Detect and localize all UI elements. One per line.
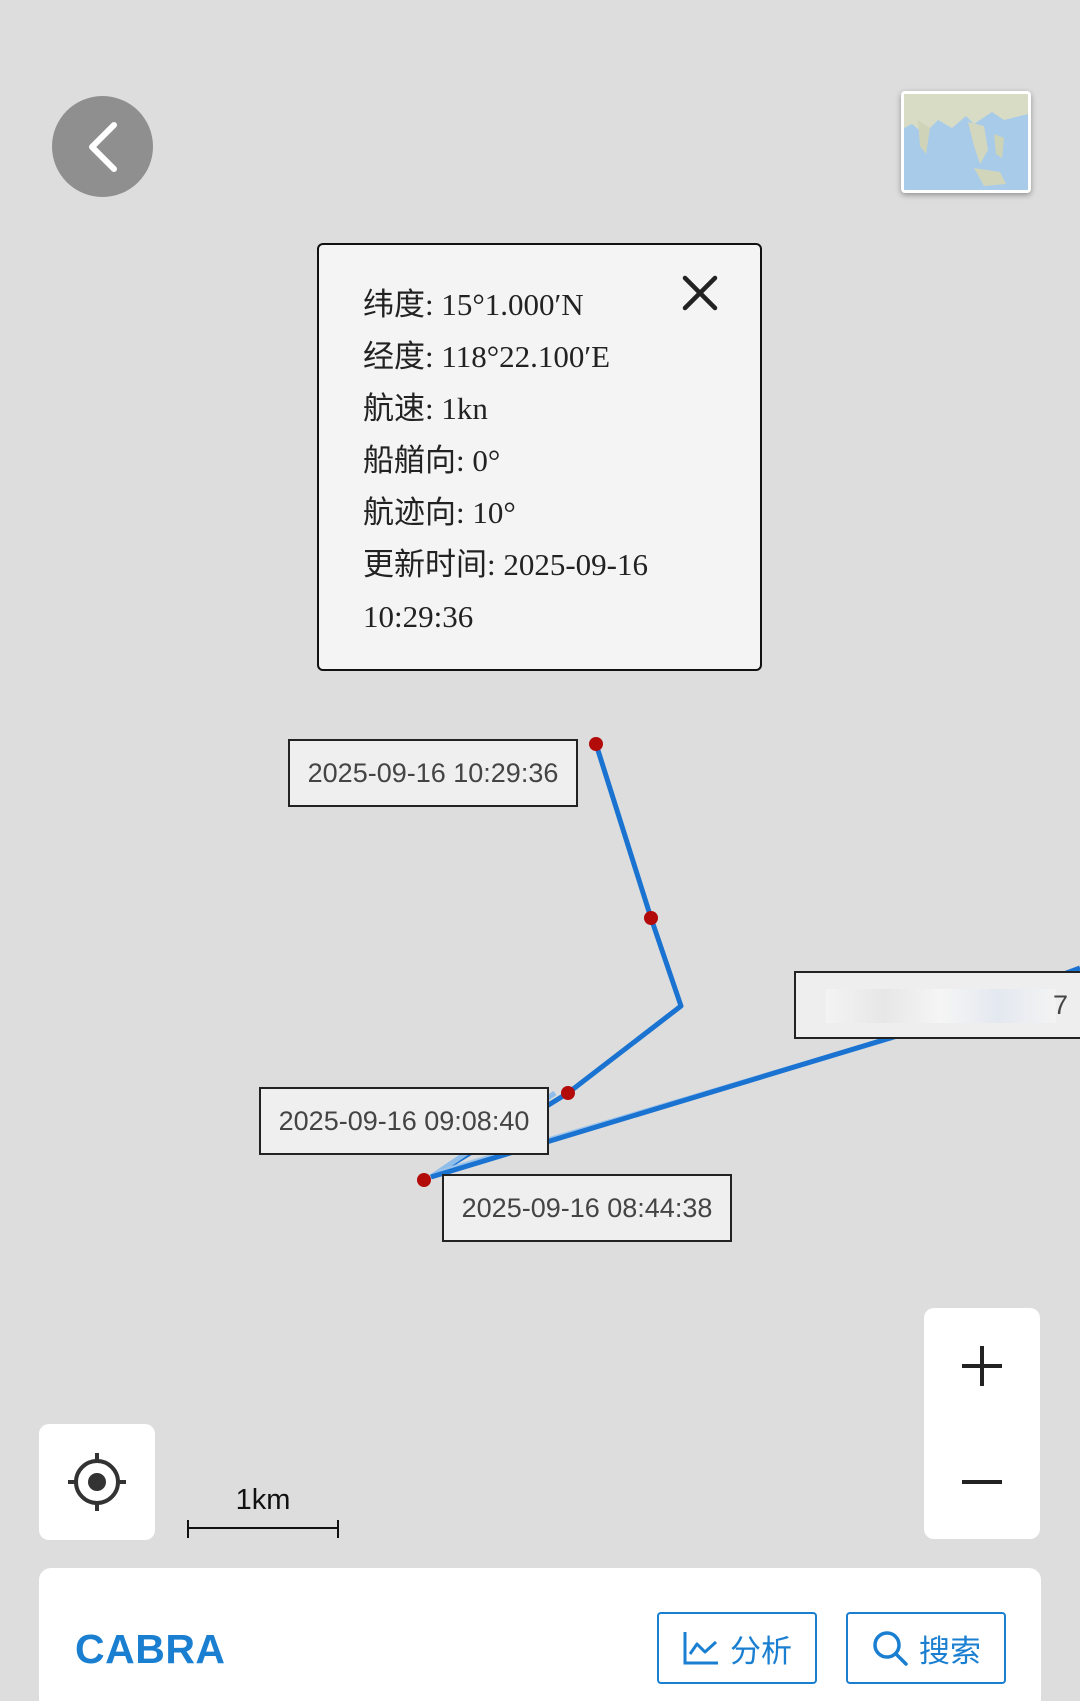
bottom-panel: CABRA 分析 搜索 xyxy=(39,1568,1041,1701)
ship-name: CABRA xyxy=(75,1626,226,1672)
search-button[interactable]: 搜索 xyxy=(846,1612,1006,1684)
search-label: 搜索 xyxy=(919,1633,981,1669)
minimap-image xyxy=(904,94,1028,190)
track-time-label-tail: 7 xyxy=(1052,989,1068,1020)
line-chart-icon xyxy=(683,1632,718,1665)
zoom-controls xyxy=(924,1308,1040,1539)
scale-label: 1km xyxy=(235,1484,291,1516)
track-time-label[interactable]: 2025-09-16 10:29:36 xyxy=(288,739,578,807)
back-button[interactable] xyxy=(52,96,153,197)
search-icon xyxy=(873,1631,908,1666)
minimap-thumbnail[interactable] xyxy=(901,91,1031,193)
scale-bar: 1km xyxy=(186,1484,340,1538)
zoom-out-button[interactable] xyxy=(924,1424,1040,1539)
heading-text: 船艏向: 0° xyxy=(363,443,501,478)
plus-icon xyxy=(962,1345,1002,1386)
minus-icon xyxy=(962,1479,1002,1484)
analyze-button[interactable]: 分析 xyxy=(657,1612,817,1684)
speed-text: 航速: 1kn xyxy=(363,391,488,426)
scale-line xyxy=(187,1520,339,1538)
update-time-text: 更新时间: 2025-09-16 10:29:36 xyxy=(363,547,649,634)
chevron-left-icon xyxy=(88,121,117,172)
locate-button[interactable] xyxy=(39,1424,155,1540)
track-time-label[interactable]: 2025-09-16 09:08:40 xyxy=(259,1087,549,1155)
close-popup-button[interactable] xyxy=(680,273,720,313)
track-time-label-partial[interactable]: 7 xyxy=(794,971,1080,1039)
ship-info-popup: 纬度: 15°1.000′N 经度: 118°22.100′E 航速: 1kn … xyxy=(317,243,762,671)
course-text: 航迹向: 10° xyxy=(363,495,516,530)
zoom-in-button[interactable] xyxy=(924,1308,1040,1423)
analyze-label: 分析 xyxy=(730,1633,792,1669)
longitude-text: 经度: 118°22.100′E xyxy=(363,339,611,374)
label-blur xyxy=(826,989,1056,1023)
track-time-label[interactable]: 2025-09-16 08:44:38 xyxy=(442,1174,732,1242)
close-icon xyxy=(682,275,718,311)
crosshair-icon xyxy=(68,1453,126,1511)
